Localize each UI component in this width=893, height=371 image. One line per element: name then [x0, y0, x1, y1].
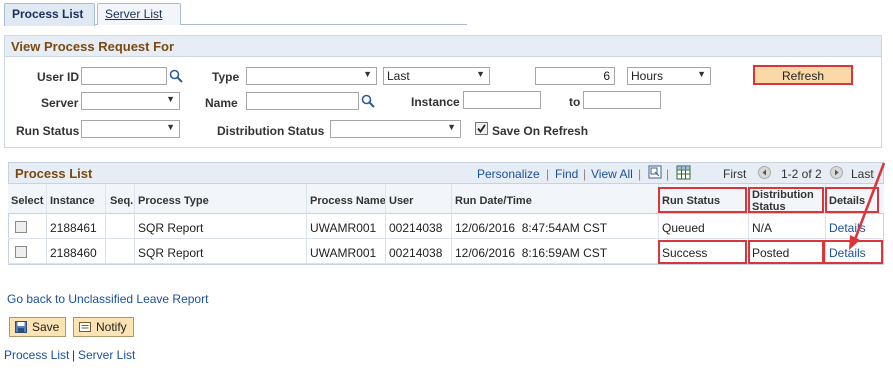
row-process-type: SQR Report	[138, 221, 204, 235]
highlight-run-status-header	[658, 187, 747, 213]
nav-separator: |	[583, 167, 587, 181]
amount-input[interactable]: 6	[535, 67, 615, 85]
personalize-link[interactable]: Personalize	[477, 167, 540, 181]
user-id-input[interactable]	[81, 67, 167, 85]
tab-bar: Process List Server List	[4, 3, 467, 26]
distribution-status-select[interactable]: ▼	[330, 120, 461, 138]
save-on-refresh-checkbox[interactable]	[475, 122, 488, 135]
filter-heading: View Process Request For	[4, 35, 882, 57]
col-run-datetime[interactable]: Run Date/Time	[455, 195, 532, 207]
first-label: First	[723, 167, 747, 181]
instance-from-input[interactable]	[463, 91, 541, 109]
grid-title: Process List	[15, 166, 93, 181]
col-process-name[interactable]: Process Name	[310, 195, 386, 207]
notify-button-label: Notify	[96, 320, 127, 334]
col-process-type[interactable]: Process Type	[138, 195, 209, 207]
server-label: Server	[41, 96, 79, 110]
run-status-label: Run Status	[16, 124, 80, 138]
col-select: Select	[11, 195, 44, 207]
find-link[interactable]: Find	[555, 167, 578, 181]
highlight-dist-status-header	[748, 187, 824, 213]
run-status-select[interactable]: ▼	[81, 120, 180, 138]
range-select[interactable]: Last ▼	[383, 67, 490, 85]
save-button-label: Save	[32, 320, 60, 334]
name-input[interactable]	[246, 92, 359, 110]
save-on-refresh-label: Save On Refresh	[492, 124, 589, 138]
col-user[interactable]: User	[389, 195, 413, 207]
server-select[interactable]: ▼	[81, 92, 180, 110]
row-select-checkbox[interactable]	[15, 221, 27, 233]
tab-process-list-label: Process List	[12, 7, 84, 21]
instance-label: Instance	[411, 95, 460, 109]
grid-range: 1-2 of 2	[781, 167, 822, 181]
col-seq[interactable]: Seq.	[110, 195, 133, 207]
tab-server-list-label: Server List	[105, 7, 163, 21]
view-all-link[interactable]: View All	[591, 167, 633, 181]
dropdown-arrow-icon: ▼	[166, 94, 175, 104]
dropdown-arrow-icon: ▼	[697, 69, 706, 79]
dropdown-arrow-icon: ▼	[363, 69, 372, 79]
row-process-name: UWAMR001	[310, 246, 377, 260]
refresh-button[interactable]: Refresh	[753, 65, 853, 85]
go-back-link[interactable]: Go back to Unclassified Leave Report	[7, 292, 208, 306]
nav-separator: |	[638, 167, 642, 181]
grid-header-bar	[8, 162, 884, 184]
row-run-datetime: 12/06/2016 8:16:59AM CST	[455, 246, 608, 260]
row-process-name: UWAMR001	[310, 221, 377, 235]
row-run-datetime: 12/06/2016 8:47:54AM CST	[455, 221, 608, 235]
name-label: Name	[205, 96, 238, 110]
type-label: Type	[212, 70, 240, 84]
highlight-dist-status-cell	[748, 240, 824, 264]
unit-select[interactable]: Hours ▼	[627, 67, 711, 85]
tab-server-list[interactable]: Server List	[97, 3, 181, 25]
first-page-icon[interactable]	[758, 166, 771, 179]
row-instance: 2188460	[50, 246, 97, 260]
dropdown-arrow-icon: ▼	[476, 69, 485, 79]
dropdown-arrow-icon: ▼	[166, 122, 175, 132]
footer-process-list-link[interactable]: Process List	[4, 348, 69, 362]
lookup-icon[interactable]	[361, 94, 375, 108]
user-id-label: User ID	[37, 70, 80, 84]
nav-separator: |	[666, 167, 670, 181]
notify-icon	[79, 322, 91, 332]
row-select-checkbox[interactable]	[15, 246, 27, 258]
row-process-type: SQR Report	[138, 246, 204, 260]
instance-to-input[interactable]	[583, 91, 661, 109]
download-grid-icon[interactable]	[676, 165, 691, 180]
row-user: 00214038	[389, 246, 443, 260]
dropdown-arrow-icon: ▼	[447, 122, 456, 132]
unit-select-value: Hours	[631, 69, 664, 83]
row-user: 00214038	[389, 221, 443, 235]
nav-separator: |	[546, 167, 550, 181]
save-icon	[15, 321, 27, 333]
lookup-icon[interactable]	[169, 69, 183, 83]
footer-server-list-link[interactable]: Server List	[78, 348, 135, 362]
save-button[interactable]: Save	[9, 317, 67, 337]
row-dist-status: N/A	[752, 221, 773, 235]
to-label: to	[569, 95, 581, 109]
row-instance: 2188461	[50, 221, 97, 235]
highlight-run-status-cell	[658, 240, 747, 264]
zoom-icon[interactable]	[648, 165, 662, 179]
row-run-status: Queued	[662, 221, 705, 235]
notify-button[interactable]: Notify	[73, 317, 134, 337]
annotation-arrow	[849, 162, 886, 250]
col-instance[interactable]: Instance	[50, 195, 95, 207]
footer-separator: |	[72, 348, 76, 362]
range-select-value: Last	[387, 69, 410, 83]
distribution-status-label: Distribution Status	[217, 124, 325, 138]
tab-process-list[interactable]: Process List	[4, 3, 95, 26]
type-select[interactable]: ▼	[246, 67, 377, 85]
